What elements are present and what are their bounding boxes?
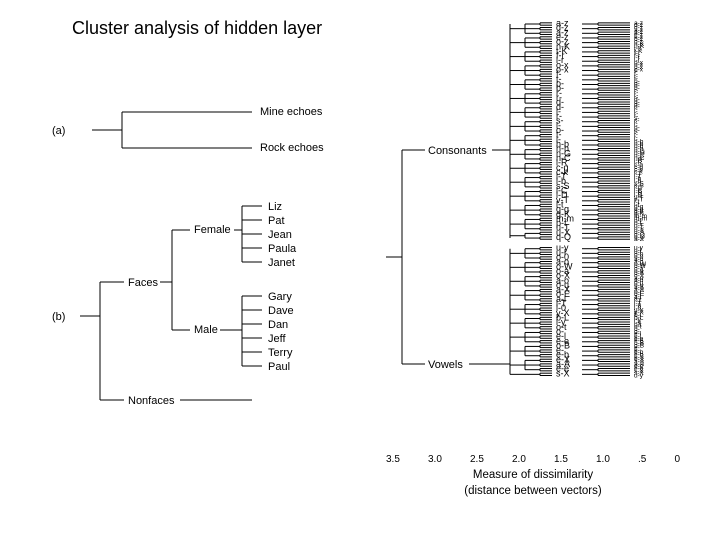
node-male: Male [194, 324, 218, 336]
panel-tag-a: (a) [52, 125, 65, 137]
node-nonfaces: Nonfaces [128, 395, 175, 407]
node-consonants: Consonants [428, 145, 487, 157]
leaf-gary: Gary [268, 291, 292, 303]
leaf-paula: Paula [268, 243, 297, 255]
leaf-janet: Janet [268, 257, 295, 269]
leaf-paul: Paul [268, 361, 290, 373]
leaf-dan: Dan [268, 319, 288, 331]
tick: 1.0 [596, 454, 610, 465]
page-title: Cluster analysis of hidden layer [72, 18, 322, 39]
leaf-r2-27: u-y [634, 373, 644, 380]
tick: .5 [638, 454, 646, 465]
leaf-mid-s-X-27: s-X [556, 368, 570, 378]
panel-tag-b: (b) [52, 311, 65, 323]
axis-label-1: Measure of dissimilarity [386, 469, 680, 481]
axis-ticks: 3.5 3.0 2.5 2.0 1.5 1.0 .5 0 [386, 454, 680, 465]
tick: 0 [674, 454, 680, 465]
leaf-liz: Liz [268, 201, 282, 213]
leaf-r2-46: a-z [634, 236, 643, 243]
leaf-rock-echoes: Rock echoes [260, 142, 324, 154]
leaf-pat: Pat [268, 215, 285, 227]
node-faces: Faces [128, 277, 158, 289]
dendrogram-faces: (b) Faces Nonfaces Female Male Liz Pat J… [52, 200, 362, 420]
node-female: Female [194, 224, 231, 236]
leaf-mine-echoes: Mine echoes [260, 106, 323, 118]
tick: 3.5 [386, 454, 400, 465]
leaf-jeff: Jeff [268, 333, 286, 345]
tick: 3.0 [428, 454, 442, 465]
dendrogram-mine-rock: (a) Mine echoes Rock echoes [52, 100, 352, 160]
tick: 1.5 [554, 454, 568, 465]
dendrogram-phonemes: Consonants Vowels a-za-zd-zd-zd-za-za-za… [380, 20, 680, 453]
dissimilarity-axis: 3.5 3.0 2.5 2.0 1.5 1.0 .5 0 Measure of … [386, 454, 680, 504]
leaf-mid-q-Q-46: q-Q [556, 232, 571, 242]
tick: 2.5 [470, 454, 484, 465]
leaf-dave: Dave [268, 305, 294, 317]
node-vowels: Vowels [428, 359, 463, 371]
axis-label-2: (distance between vectors) [386, 485, 680, 497]
tick: 2.0 [512, 454, 526, 465]
leaf-jean: Jean [268, 229, 292, 241]
leaf-terry: Terry [268, 347, 293, 359]
